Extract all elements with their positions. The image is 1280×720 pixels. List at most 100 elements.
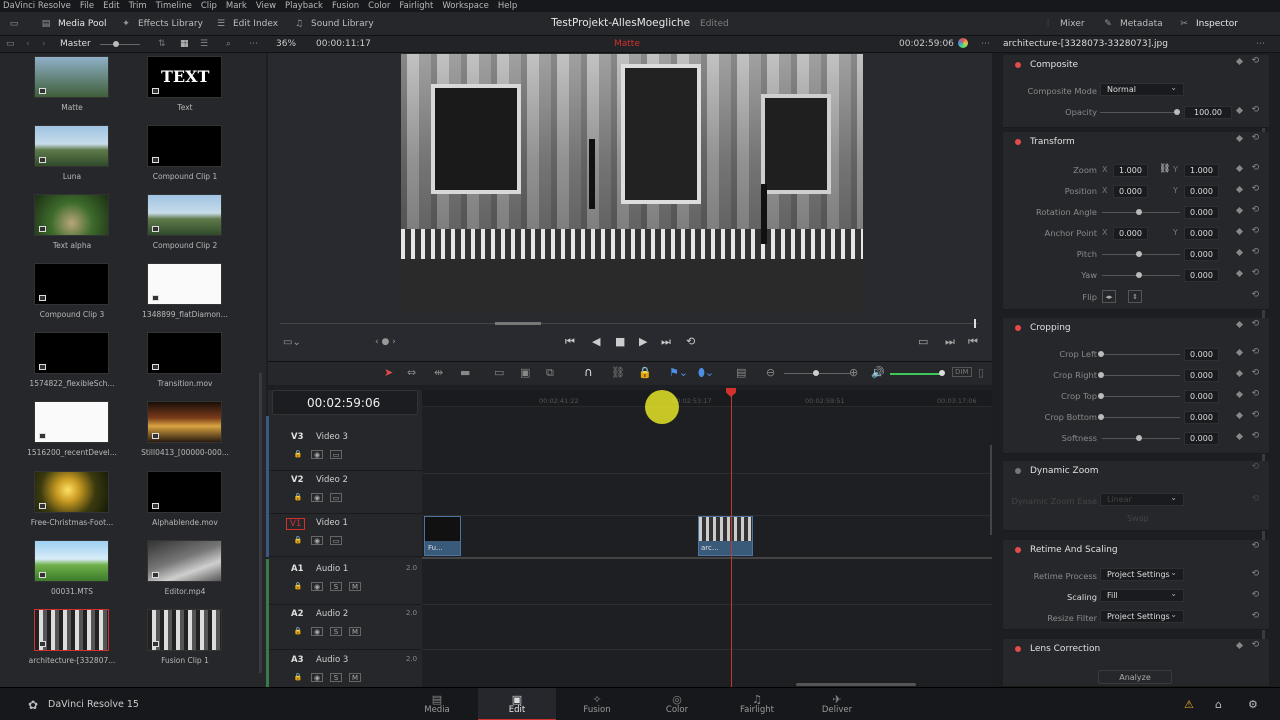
menu-app[interactable]: DaVinci Resolve (3, 1, 71, 11)
color-icon[interactable] (958, 38, 968, 48)
crop-right-field[interactable]: 0.000 (1184, 369, 1219, 382)
page-fusion[interactable]: ✧ Fusion (567, 688, 627, 720)
menu-edit[interactable]: Edit (103, 1, 119, 11)
overwrite-clip-icon[interactable]: ▣ (520, 366, 530, 379)
track-name[interactable]: Video 2 (316, 475, 348, 485)
search-icon[interactable]: ⌕ (226, 39, 231, 49)
enable-dot[interactable] (1015, 325, 1021, 331)
rotation-knob[interactable] (1136, 209, 1142, 215)
media-thumbnail[interactable] (34, 609, 109, 651)
track-id[interactable]: V2 (291, 475, 304, 485)
track-name[interactable]: Audio 2 (316, 609, 348, 619)
track-name[interactable]: Audio 1 (316, 564, 348, 574)
lock-icon[interactable]: 🔒 (292, 450, 304, 459)
reset-icon[interactable]: ⟲ (1251, 205, 1259, 215)
retime-process-dropdown[interactable]: Project Settings (1100, 567, 1184, 581)
grid-view-icon[interactable]: ▦ (180, 39, 189, 49)
reset-icon[interactable]: ⟲ (1251, 368, 1259, 378)
crop-left-knob[interactable] (1098, 351, 1104, 357)
track-id[interactable]: V3 (291, 432, 304, 442)
menu-help[interactable]: Help (498, 1, 517, 11)
thumb-size-slider[interactable] (100, 44, 140, 45)
crop-top-knob[interactable] (1098, 393, 1104, 399)
link-icon[interactable]: ⛓ (1159, 164, 1170, 174)
track-id[interactable]: A2 (291, 609, 304, 619)
softness-knob[interactable] (1136, 435, 1142, 441)
warning-icon[interactable]: ⚠ (1184, 698, 1194, 711)
media-thumbnail[interactable] (147, 194, 222, 236)
media-thumbnail[interactable] (147, 471, 222, 513)
lock-icon[interactable]: 🔒 (292, 493, 304, 502)
nav-forward-icon[interactable]: › (42, 39, 46, 49)
lens-correction-header[interactable]: Lens Correction ⟲ (1003, 639, 1269, 659)
yaw-field[interactable]: 0.000 (1184, 269, 1219, 282)
mute-icon[interactable]: M (349, 673, 361, 682)
keyframe-icon[interactable] (1235, 134, 1244, 143)
reset-icon[interactable]: ⟲ (1251, 541, 1259, 551)
keyframe-icon[interactable] (1235, 432, 1244, 441)
enable-dot[interactable] (1015, 547, 1021, 553)
crop-right-slider[interactable] (1102, 375, 1180, 376)
dynamic-zoom-header[interactable]: Dynamic Zoom ⟲ (1003, 461, 1269, 481)
media-thumbnail[interactable] (34, 125, 109, 167)
go-to-end-icon[interactable]: ⏭ (661, 335, 671, 349)
media-pool-scrollbar[interactable] (259, 373, 262, 673)
swap-button[interactable]: Swap (1127, 514, 1149, 523)
reset-icon[interactable]: ⟲ (1251, 611, 1259, 621)
menu-clip[interactable]: Clip (201, 1, 217, 11)
track-id[interactable]: V1 (286, 518, 306, 530)
track-name[interactable]: Video 1 (316, 518, 348, 528)
keyframe-icon[interactable] (1235, 320, 1244, 329)
crop-right-knob[interactable] (1098, 372, 1104, 378)
viewer-mode-icon[interactable]: ▭⌄ (283, 337, 301, 348)
timeline-ruler[interactable]: 00:02:41:22 00:02:53:17 00:02:59:51 00:0… (422, 390, 992, 407)
keyframe-icon[interactable] (1235, 185, 1244, 194)
reset-icon[interactable]: ⟲ (1251, 133, 1259, 143)
replace-clip-icon[interactable]: ⧉ (546, 366, 554, 380)
media-thumbnail[interactable] (147, 332, 222, 374)
retime-header[interactable]: Retime And Scaling ⟲ (1003, 540, 1269, 560)
auto-select-icon[interactable]: ◉ (311, 493, 323, 502)
selection-tool-icon[interactable]: ➤ (384, 366, 393, 379)
timeline-zoom-knob[interactable] (813, 370, 819, 376)
zoom-in-icon[interactable]: ⊕ (849, 366, 858, 379)
menu-mark[interactable]: Mark (226, 1, 247, 11)
track-id[interactable]: A3 (291, 655, 304, 665)
menu-workspace[interactable]: Workspace (442, 1, 488, 11)
crop-top-field[interactable]: 0.000 (1184, 390, 1219, 403)
thumb-size-knob[interactable] (113, 41, 119, 47)
menu-timeline[interactable]: Timeline (156, 1, 192, 11)
zoom-y-field[interactable]: 1.000 (1184, 164, 1219, 177)
dim-button[interactable]: DIM (952, 367, 972, 377)
rotation-field[interactable]: 0.000 (1184, 206, 1219, 219)
opacity-knob[interactable] (1174, 109, 1180, 115)
crop-bottom-field[interactable]: 0.000 (1184, 411, 1219, 424)
track-header-a2[interactable]: A2 Audio 2 2.0 🔒 ◉ S M (268, 605, 422, 650)
viewer-zoom[interactable]: 36% (276, 39, 296, 49)
crop-left-field[interactable]: 0.000 (1184, 348, 1219, 361)
reset-icon[interactable]: ⟲ (1251, 163, 1259, 173)
track-header-v2[interactable]: V2 Video 2 🔒 ◉ ▭ (268, 471, 422, 514)
reset-icon[interactable]: ⟲ (1251, 590, 1259, 600)
page-edit[interactable]: ▣ Edit (478, 688, 556, 720)
reset-icon[interactable]: ⟲ (1251, 268, 1259, 278)
more-options-icon[interactable]: ⋯ (249, 39, 258, 49)
flip-horizontal-icon[interactable]: ◂▸ (1102, 290, 1116, 303)
track-name[interactable]: Audio 3 (316, 655, 348, 665)
disable-track-icon[interactable]: ▭ (330, 450, 342, 459)
auto-select-icon[interactable]: ◉ (311, 536, 323, 545)
auto-select-icon[interactable]: ◉ (311, 450, 323, 459)
composite-header[interactable]: Composite ⟲ (1003, 55, 1269, 75)
prev-edit-icon[interactable]: ⏮ (968, 335, 978, 349)
full-extent-zoom-icon[interactable]: ▤ (736, 366, 746, 379)
reset-icon[interactable]: ⟲ (1251, 494, 1259, 504)
keyframe-icon[interactable] (1235, 164, 1244, 173)
insert-clip-icon[interactable]: ▭ (494, 366, 504, 379)
keyframe-icon[interactable] (1235, 641, 1244, 650)
enable-dot[interactable] (1015, 62, 1021, 68)
menu-color[interactable]: Color (368, 1, 390, 11)
lock-icon[interactable]: 🔒 (292, 627, 304, 636)
page-fairlight[interactable]: ♫ Fairlight (727, 688, 787, 720)
disable-track-icon[interactable]: ▭ (330, 493, 342, 502)
reset-icon[interactable]: ⟲ (1251, 431, 1259, 441)
